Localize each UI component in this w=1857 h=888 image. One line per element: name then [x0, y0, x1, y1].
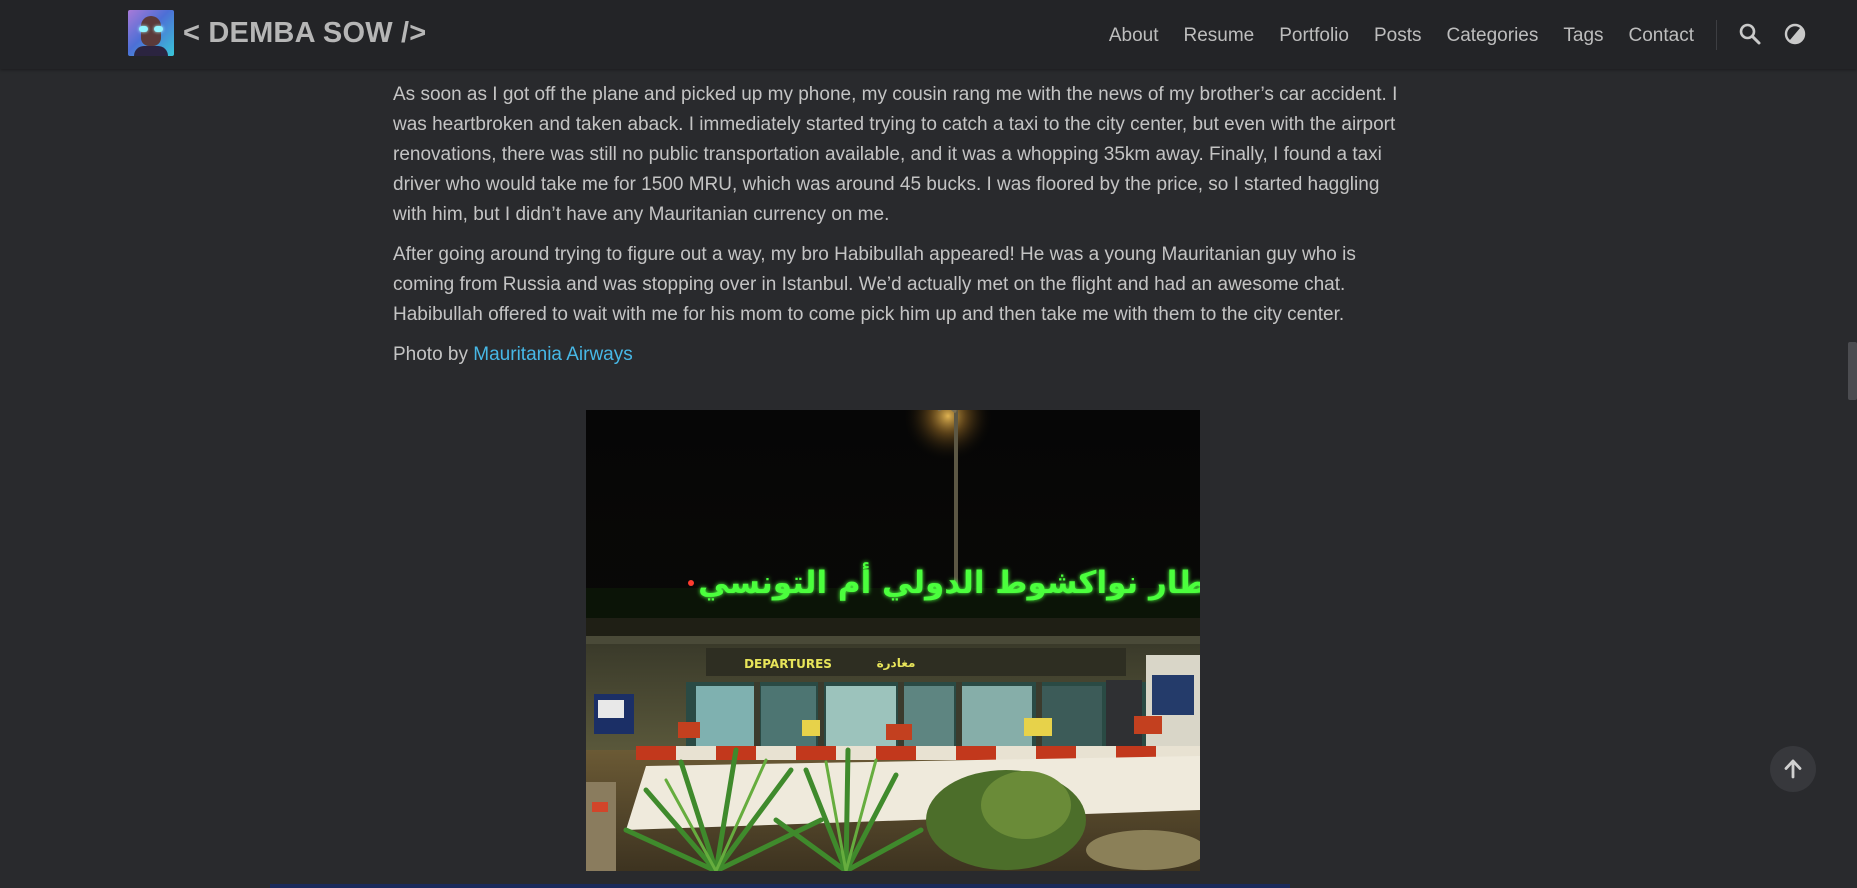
bottom-accent-strip: [270, 884, 1290, 888]
top-navbar: < DEMBA SOW /> About Resume Portfolio Po…: [0, 0, 1857, 69]
airport-neon-sign: مطار نواكشوط الدولي أم التونسي: [698, 562, 1200, 601]
arrow-up-icon: [1784, 759, 1802, 779]
nav-item-tags[interactable]: Tags: [1563, 25, 1603, 47]
article-paragraph: After going around trying to figure out …: [393, 244, 1356, 325]
nav-item-contact[interactable]: Contact: [1629, 25, 1694, 47]
main-nav: About Resume Portfolio Posts Categories …: [1084, 0, 1694, 72]
departures-sign-arabic: مغادرة: [877, 656, 916, 670]
avatar: [128, 10, 174, 56]
nav-item-resume[interactable]: Resume: [1184, 25, 1255, 47]
article-paragraph: As soon as I got off the plane and picke…: [393, 84, 1398, 225]
scrollbar-thumb[interactable]: [1848, 342, 1857, 400]
photo-credit-prefix: Photo by: [393, 344, 474, 365]
site-title: < DEMBA SOW />: [183, 16, 427, 49]
airport-photo: مطار نواكشوط الدولي أم التونسي DEPARTURE…: [586, 410, 1200, 871]
search-icon[interactable]: [1738, 22, 1762, 46]
photo-credit: Photo by Mauritania Airways: [393, 340, 1403, 370]
nav-item-portfolio[interactable]: Portfolio: [1279, 25, 1349, 47]
article-body: As soon as I got off the plane and picke…: [393, 80, 1403, 370]
nav-item-about[interactable]: About: [1109, 25, 1159, 47]
photo-credit-link[interactable]: Mauritania Airways: [473, 344, 632, 365]
theme-toggle-icon[interactable]: [1783, 22, 1807, 46]
nav-item-posts[interactable]: Posts: [1374, 25, 1422, 47]
back-to-top-button[interactable]: [1770, 746, 1816, 792]
nav-divider: [1716, 20, 1717, 50]
departures-sign: DEPARTURES: [744, 657, 832, 671]
nav-item-categories[interactable]: Categories: [1446, 25, 1538, 47]
site-brand-link[interactable]: < DEMBA SOW />: [128, 10, 426, 56]
